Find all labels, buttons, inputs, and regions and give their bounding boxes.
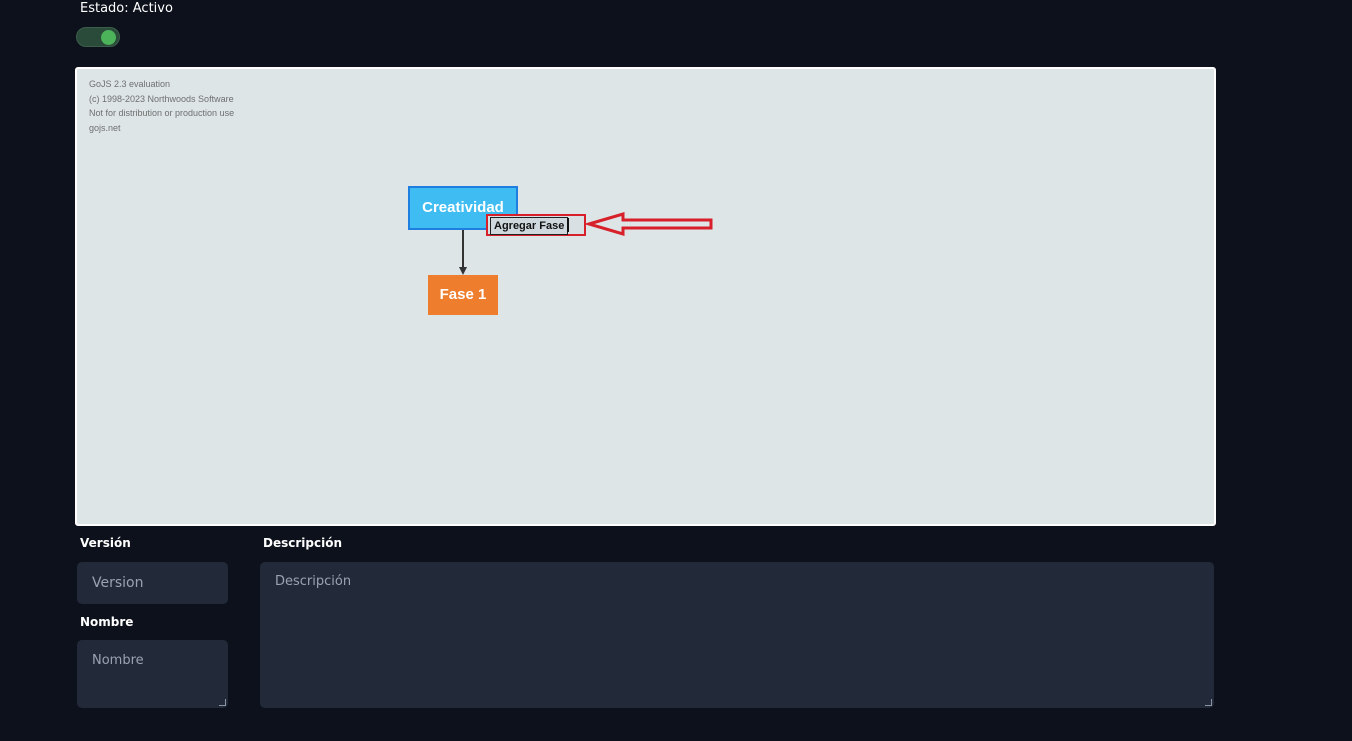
status-label: Estado: Activo — [80, 1, 173, 16]
nombre-label: Nombre — [80, 615, 134, 629]
page: Estado: Activo GoJS 2.3 evaluation (c) 1… — [0, 0, 1352, 741]
add-phase-highlight: Agregar Fase — [486, 214, 586, 236]
annotation-arrow — [583, 211, 713, 237]
toggle-knob — [101, 30, 116, 45]
descripcion-textarea[interactable]: Descripción — [260, 562, 1214, 708]
descripcion-label: Descripción — [263, 536, 342, 550]
resize-grip-icon[interactable] — [219, 699, 226, 706]
add-phase-button[interactable]: Agregar Fase — [490, 217, 569, 235]
nombre-placeholder: Nombre — [92, 653, 144, 668]
node-fase-1[interactable]: Fase 1 — [428, 275, 498, 315]
version-label: Versión — [80, 536, 131, 550]
resize-grip-icon[interactable] — [1205, 699, 1212, 706]
diagram-canvas[interactable]: GoJS 2.3 evaluation (c) 1998-2023 Northw… — [75, 67, 1216, 526]
descripcion-placeholder: Descripción — [275, 574, 352, 589]
diagram-links — [459, 211, 713, 275]
text-cursor — [567, 218, 569, 232]
version-input[interactable]: Version — [77, 562, 228, 604]
link-arrowhead — [459, 267, 467, 275]
status-toggle[interactable] — [76, 27, 120, 47]
nombre-textarea[interactable]: Nombre — [77, 640, 228, 708]
